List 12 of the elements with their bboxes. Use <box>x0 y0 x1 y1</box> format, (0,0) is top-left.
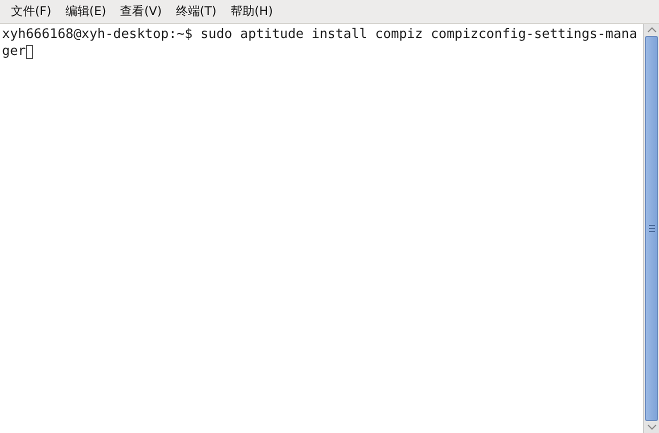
menu-item[interactable]: 编辑(E) <box>58 3 114 20</box>
terminal-line: ger <box>2 43 26 60</box>
menu-item[interactable]: 查看(V) <box>113 3 169 20</box>
terminal-area[interactable]: xyh666168@xyh-desktop:~$ sudo aptitude install compiz compizconfig-settings-mana ger <box>0 24 643 433</box>
terminal-line: xyh666168@xyh-desktop:~$ sudo aptitude install compiz compizconfig-settings-mana <box>2 26 638 43</box>
menu-item[interactable]: 帮助(H) <box>224 3 280 20</box>
scroll-thumb[interactable] <box>645 36 658 421</box>
grip-icon <box>648 225 654 232</box>
scrollbar[interactable] <box>643 24 659 433</box>
menu-item[interactable]: 终端(T) <box>168 3 224 20</box>
menu-item[interactable]: 文件(F) <box>4 3 58 20</box>
text-cursor <box>26 44 33 58</box>
